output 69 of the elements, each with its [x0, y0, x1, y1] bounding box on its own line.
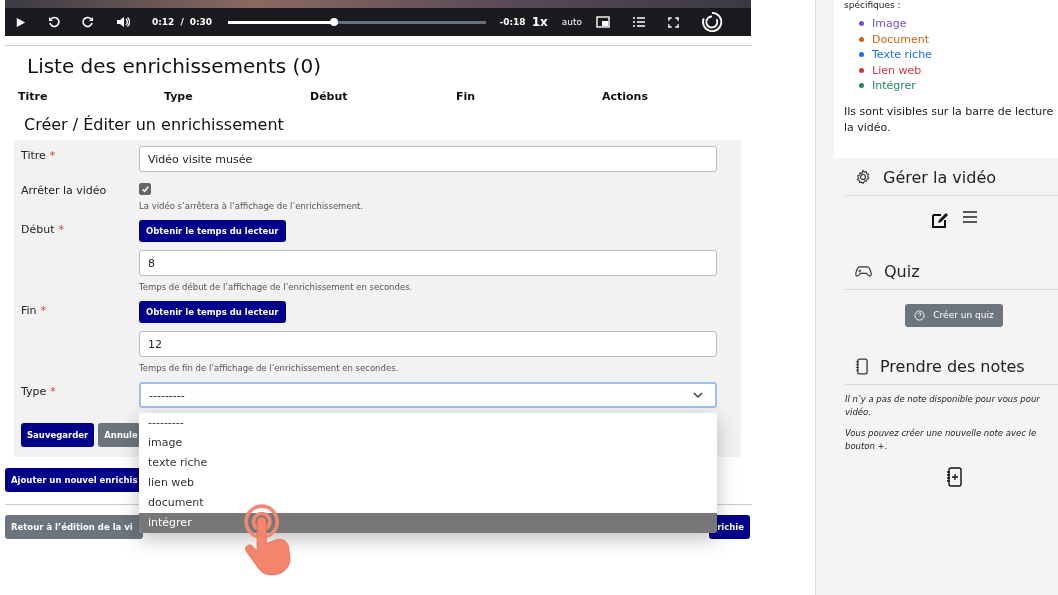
stop-video-checkbox[interactable]	[139, 183, 151, 195]
menu-icon[interactable]	[962, 209, 978, 224]
cancel-button[interactable]: Annule	[98, 423, 141, 447]
notes-info-text: Il n’y a pas de note disponible pour vous pour vidéo.	[845, 392, 1041, 419]
required-mark: *	[58, 223, 64, 236]
remaining-time: -0:18	[499, 17, 526, 27]
notes-info-text: Vous pouvez créer une nouvelle note avec le bouton +.	[845, 426, 1038, 453]
play-icon[interactable]	[15, 16, 26, 28]
forward-icon[interactable]	[82, 16, 94, 28]
current-time: 0:12	[152, 17, 175, 27]
type-select[interactable]: ---------	[139, 382, 717, 408]
type-legend-label: Texte riche	[872, 48, 932, 62]
add-note-icon[interactable]	[946, 466, 962, 487]
progress-track[interactable]	[228, 20, 486, 24]
column-header: Actions	[602, 90, 649, 103]
info-note: Ils sont visibles sur la barre de lecture la vidéo.	[844, 103, 1055, 136]
progress-thumb[interactable]	[329, 17, 338, 26]
help-text: Temps de fin de l’affichage de l’enrichissement en secondes.	[139, 363, 399, 373]
time-separator: /	[180, 17, 184, 27]
field-label: Titre	[21, 149, 46, 162]
save-button[interactable]: Sauvegarder	[21, 423, 95, 447]
required-mark: *	[40, 304, 47, 317]
section-title: Quiz	[884, 261, 920, 281]
chapters-list-icon[interactable]	[632, 16, 646, 28]
dropdown-option[interactable]: ---------	[139, 413, 717, 433]
volume-icon[interactable]	[116, 16, 130, 28]
field-label: Type	[21, 385, 47, 398]
type-legend-label: Document	[872, 32, 929, 46]
fullscreen-icon[interactable]	[668, 16, 679, 28]
speed-button[interactable]: 1x	[531, 15, 548, 29]
required-mark: *	[49, 149, 56, 162]
column-header: Début	[310, 90, 349, 103]
get-player-time-button[interactable]: Obtenir le temps du lecteur	[139, 301, 286, 323]
field-label: Début	[21, 223, 55, 236]
spinner-logo-icon	[701, 11, 723, 33]
section-title: Prendre des notes	[880, 356, 1025, 376]
time-input[interactable]: 8	[139, 250, 717, 276]
help-text: La vidéo s’arrêtera à l’affichage de l’enrichissement.	[139, 201, 364, 211]
column-header: Type	[164, 90, 194, 103]
time-input[interactable]: 12	[139, 331, 717, 357]
rewind-icon[interactable]	[48, 16, 60, 28]
field-label: Arrêter la vidéo	[21, 184, 107, 197]
required-mark: *	[50, 385, 56, 398]
form-title: Créer / Éditer un enrichissement	[24, 115, 285, 134]
get-player-time-button[interactable]: Obtenir le temps du lecteur	[139, 220, 286, 242]
enrichments-list-title: Liste des enrichissements (0)	[27, 54, 322, 78]
type-legend-label: Intégrer	[872, 79, 916, 93]
dropdown-option[interactable]: document	[139, 493, 717, 513]
create-quiz-button[interactable]: Créer un quiz	[905, 303, 1003, 327]
help-circle-icon	[914, 309, 926, 321]
type-legend-label: Lien web	[872, 63, 922, 77]
gamepad-icon	[855, 264, 872, 278]
title-input[interactable]: Vidéo visite musée	[139, 146, 717, 172]
gear-icon	[855, 169, 871, 185]
column-header: Fin	[456, 90, 477, 103]
quality-button[interactable]: auto	[561, 17, 582, 27]
dropdown-option[interactable]: intégrer	[139, 513, 717, 533]
intro-text: spécifiques :	[844, 0, 902, 10]
type-legend-label: Image	[872, 17, 907, 31]
duration: 0:30	[189, 17, 213, 27]
field-label: Fin	[21, 304, 37, 317]
dropdown-option[interactable]: image	[139, 433, 717, 453]
notebook-icon	[855, 357, 868, 375]
section-title: Gérer la vidéo	[883, 167, 996, 187]
chevron-down-icon	[693, 392, 703, 398]
back-to-edit-button[interactable]: Retour à l’édition de la vi	[5, 515, 143, 539]
help-text: Temps de début de l’affichage de l’enrichissement en secondes.	[139, 282, 413, 292]
picture-in-picture-icon[interactable]	[596, 16, 610, 28]
column-header: Titre	[18, 90, 49, 103]
